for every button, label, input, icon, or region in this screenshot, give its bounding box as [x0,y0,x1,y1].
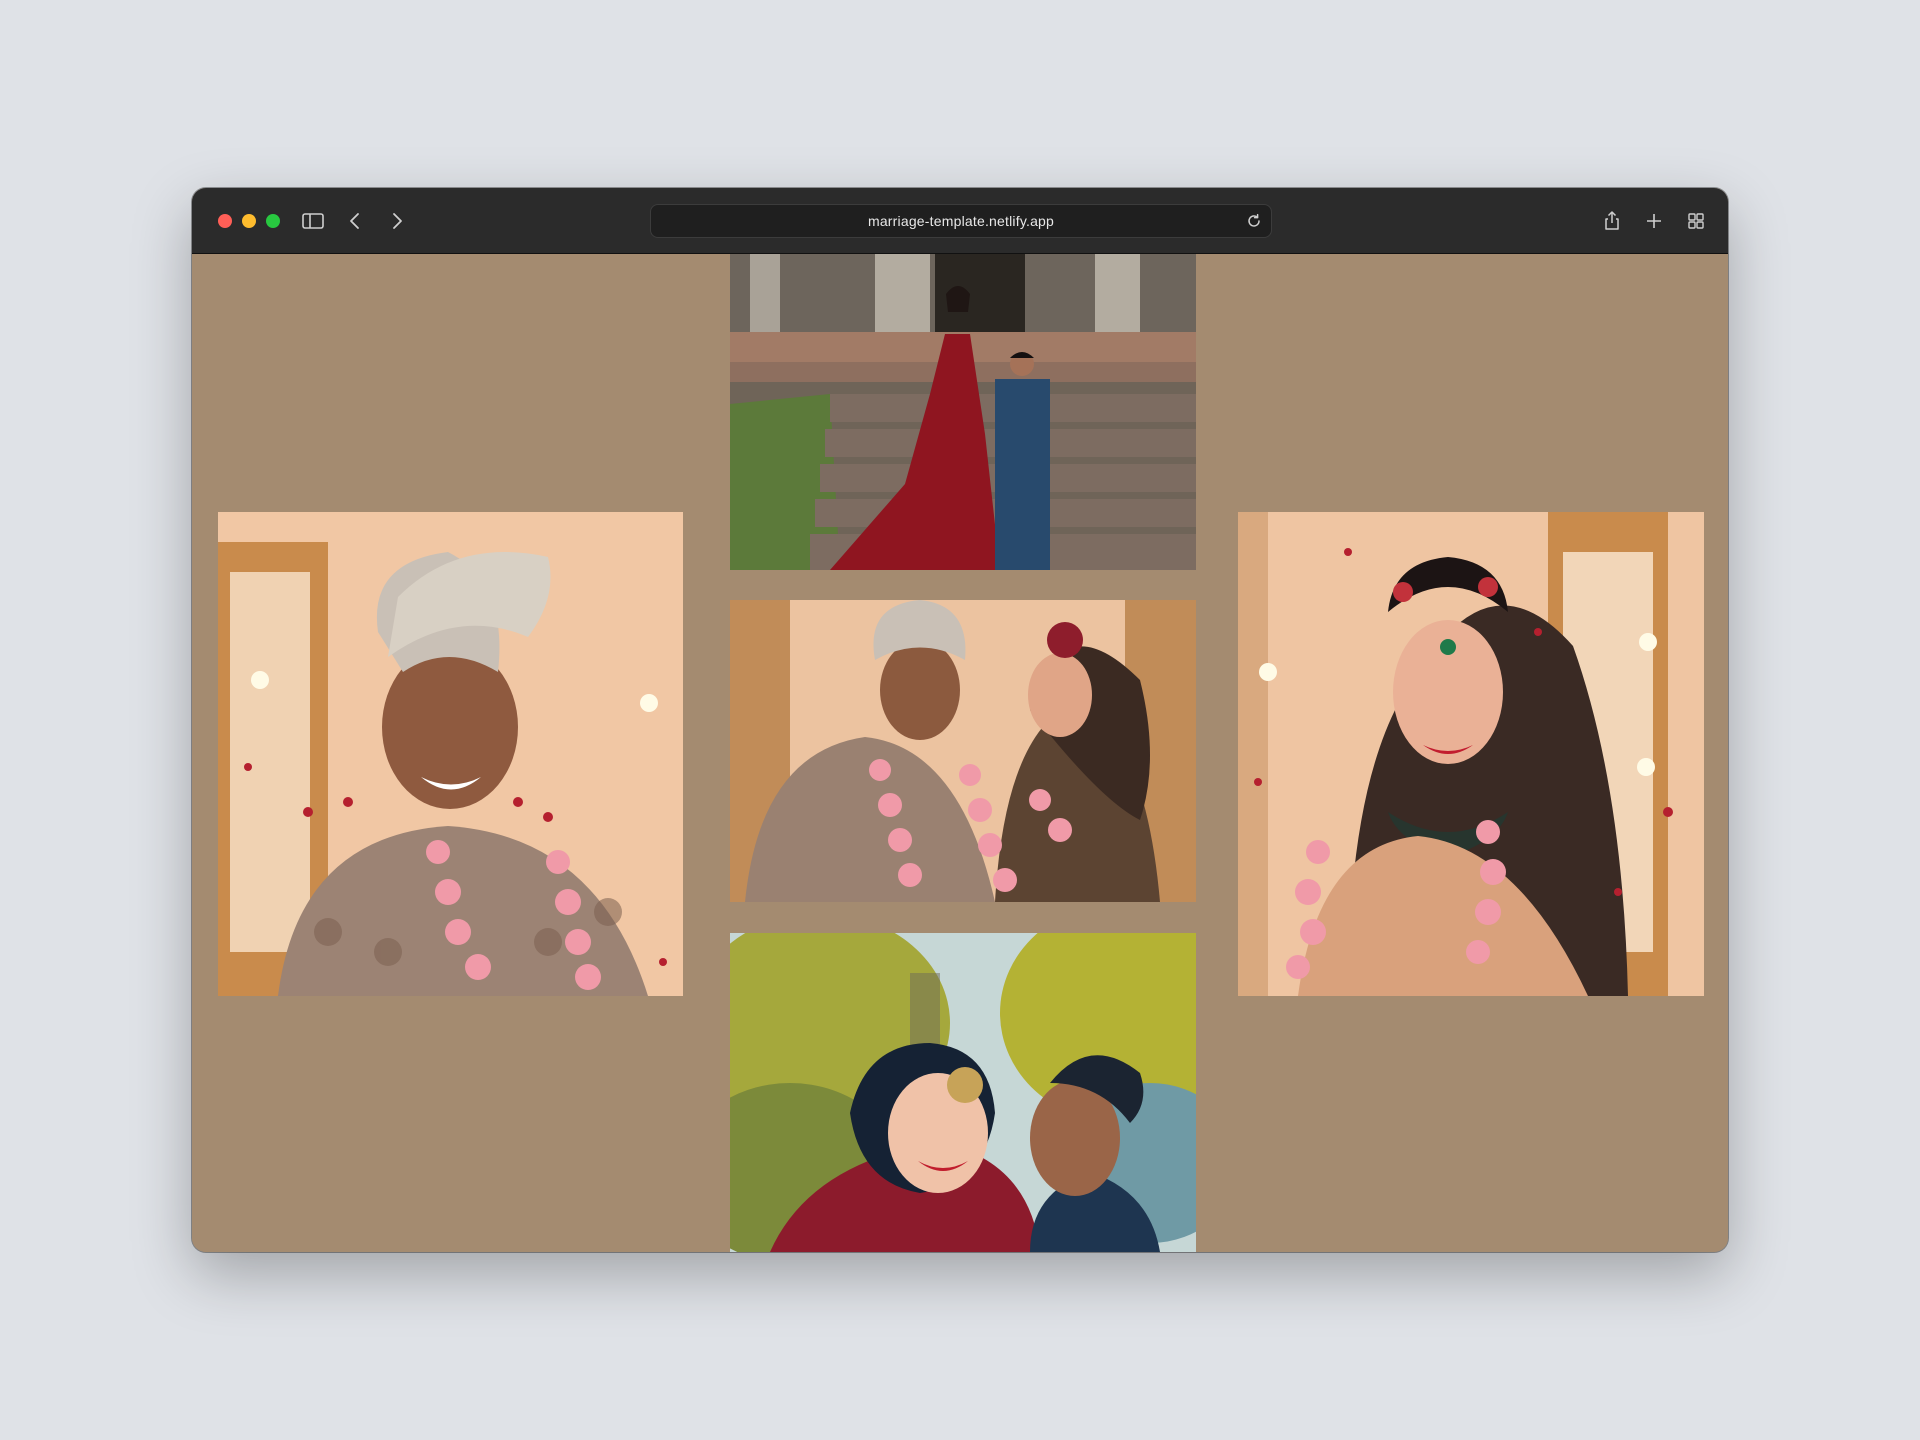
minimize-window-button[interactable] [242,214,256,228]
photo-bride-portrait[interactable] [1238,512,1704,996]
page-viewport [192,254,1728,1252]
close-window-button[interactable] [218,214,232,228]
photo-couple-steps[interactable] [730,254,1196,570]
forward-chevron-icon[interactable] [384,208,410,234]
url-text: marriage-template.netlify.app [867,213,1055,229]
sidebar-icon[interactable] [300,208,326,234]
browser-window: marriage-template.netlify.app [192,188,1728,1252]
photo-couple-laughing[interactable] [730,933,1196,1252]
back-chevron-icon[interactable] [342,208,368,234]
tab-overview-grid-icon[interactable] [1683,208,1709,234]
photo-groom-portrait[interactable] [218,512,683,996]
address-bar[interactable]: marriage-template.netlify.app [650,204,1272,238]
share-icon[interactable] [1599,208,1625,234]
new-tab-plus-icon[interactable] [1641,208,1667,234]
photo-couple-smiling[interactable] [730,600,1196,902]
reload-icon[interactable] [1245,212,1263,230]
browser-toolbar: marriage-template.netlify.app [192,188,1728,254]
zoom-window-button[interactable] [266,214,280,228]
